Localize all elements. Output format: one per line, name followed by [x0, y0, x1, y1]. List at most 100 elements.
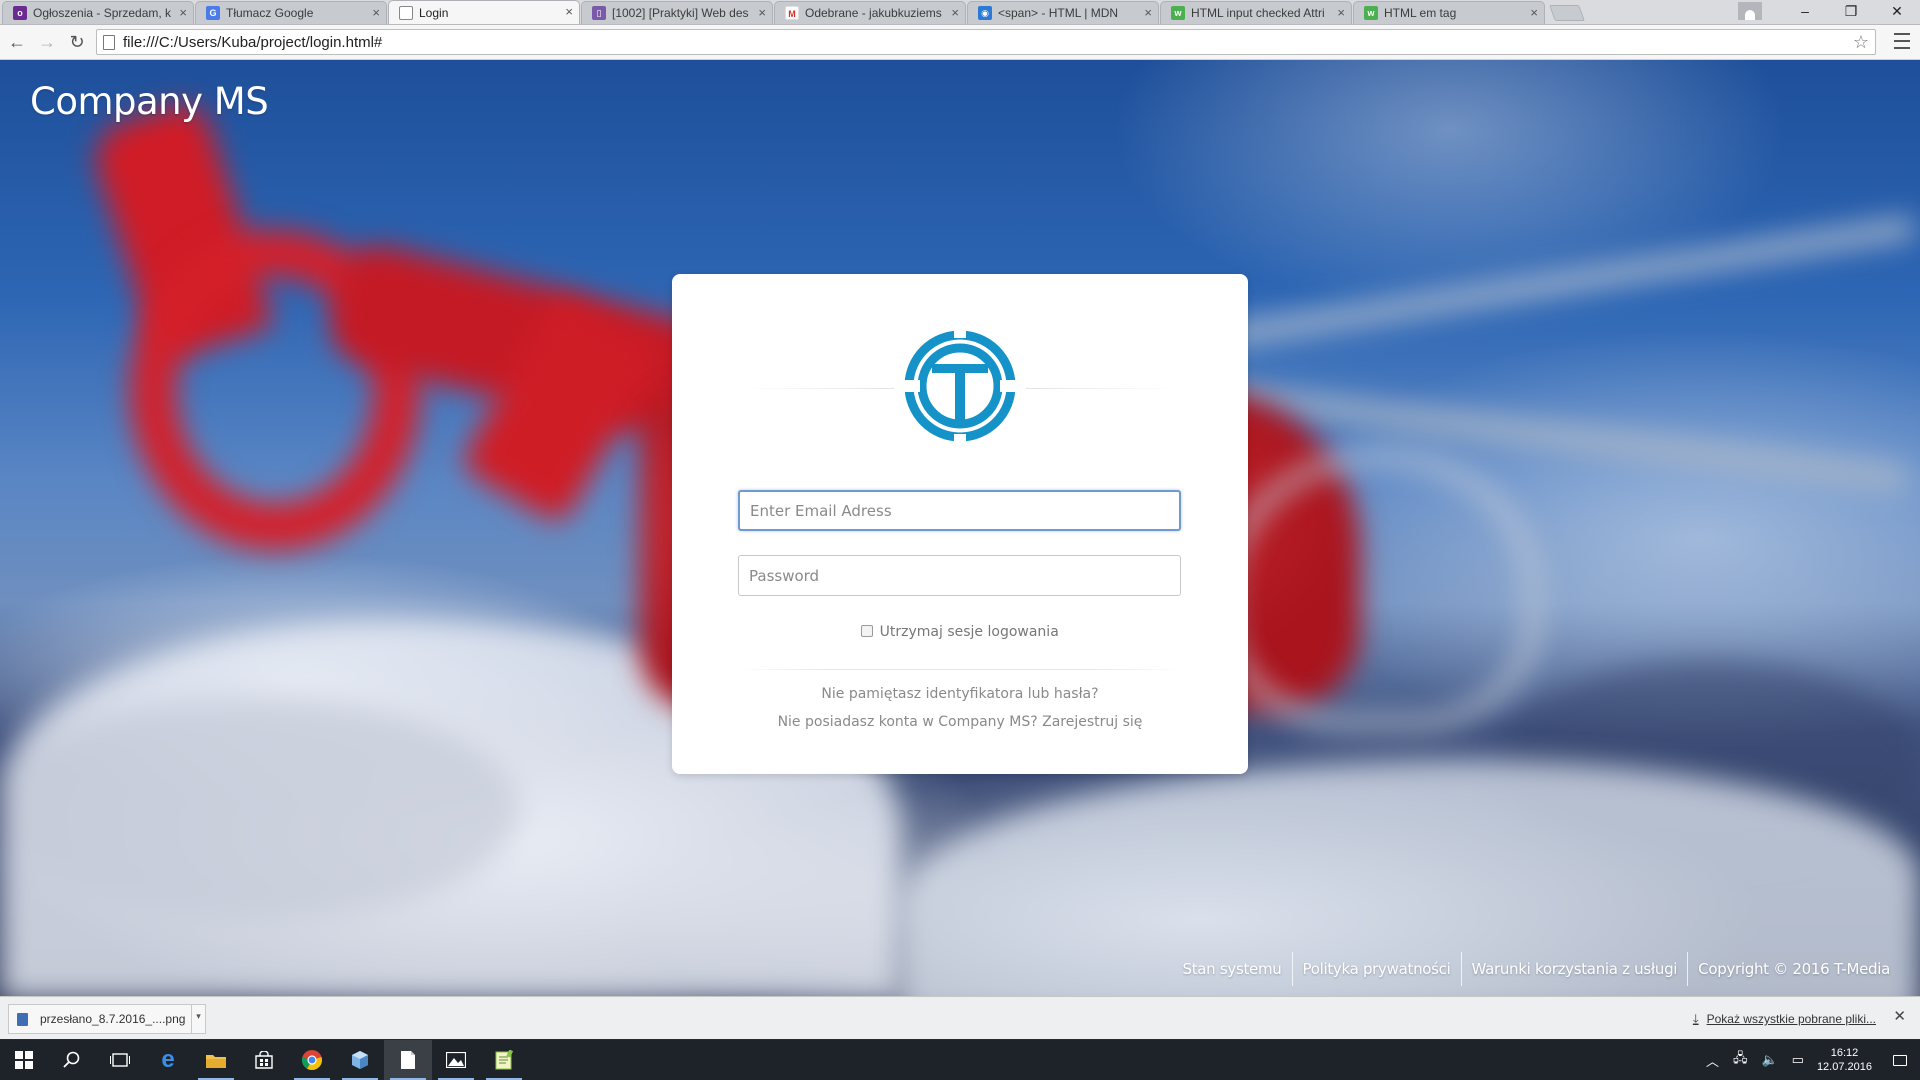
notepad-icon[interactable] [384, 1040, 432, 1080]
forward-arrow-icon[interactable]: → [34, 29, 60, 55]
tab-w3-checked[interactable]: w HTML input checked Attri × [1160, 1, 1352, 24]
tab-list: o Ogłoszenia - Sprzedam, k × G Tłumacz G… [0, 0, 1585, 24]
brand-title[interactable]: Company MS [30, 80, 269, 123]
browser-menu-icon[interactable] [1894, 31, 1910, 51]
chrome-icon[interactable] [288, 1040, 336, 1080]
reload-icon[interactable]: ↻ [64, 29, 90, 55]
footer-copyright: Copyright © 2016 T-Media [1698, 960, 1890, 978]
tab-title: Odebrane - jakubkuziems [805, 6, 942, 20]
browser-tab-strip: o Ogłoszenia - Sprzedam, k × G Tłumacz G… [0, 0, 1920, 25]
email-field[interactable] [738, 490, 1181, 531]
page-icon [103, 34, 115, 50]
background-image [1220, 450, 1540, 730]
download-icon: ⤓ [1692, 1011, 1699, 1026]
show-all-downloads-link[interactable]: ⤓ Pokaż wszystkie pobrane pliki... [1693, 1011, 1876, 1027]
close-icon[interactable]: × [1337, 6, 1345, 20]
store-icon[interactable] [240, 1040, 288, 1080]
tab-title: HTML em tag [1384, 6, 1457, 20]
tab-title: Ogłoszenia - Sprzedam, k [33, 6, 171, 20]
tab-title: <span> - HTML | MDN [998, 6, 1119, 20]
w3schools-icon: w [1364, 6, 1378, 20]
file-explorer-icon[interactable] [192, 1040, 240, 1080]
start-button[interactable] [0, 1040, 48, 1080]
close-icon[interactable]: ✕ [1893, 1007, 1906, 1025]
remember-label[interactable]: Utrzymaj sesje logowania [880, 624, 1059, 640]
close-icon[interactable]: × [758, 6, 766, 20]
clock[interactable]: 16:12 12.07.2016 [1817, 1046, 1872, 1074]
olx-icon: o [13, 6, 27, 20]
company-logo-icon [904, 330, 1016, 442]
footer-links: Stan systemu Polityka prywatności Warunk… [1172, 952, 1900, 986]
restore-button[interactable]: ❐ [1828, 3, 1874, 20]
tab-title: Login [419, 5, 449, 20]
url-text: file:///C:/Users/Kuba/project/login.html… [123, 33, 383, 51]
window-controls: – ❐ ✕ [1738, 0, 1920, 22]
tab-gmail[interactable]: M Odebrane - jakubkuziems × [774, 1, 966, 24]
tab-w3-em[interactable]: w HTML em tag × [1353, 1, 1545, 24]
remember-checkbox[interactable] [861, 625, 874, 637]
mdn-icon: ◉ [978, 6, 992, 20]
chevron-up-icon[interactable]: ︿ [1706, 1051, 1719, 1070]
close-icon[interactable]: × [1530, 6, 1538, 20]
footer-link-terms[interactable]: Warunki korzystania z usługi [1462, 960, 1688, 978]
page-icon [399, 5, 413, 20]
download-shelf: przesłano_8.7.2016_....png ▾ ⤓ Pokaż wsz… [0, 996, 1920, 1039]
close-icon[interactable]: × [1144, 6, 1152, 20]
close-icon[interactable]: × [179, 6, 187, 20]
volume-icon[interactable]: 🔈 [1761, 1052, 1777, 1068]
tab-praktyki[interactable]: ▯ [1002] [Praktyki] Web des × [581, 1, 773, 24]
password-field[interactable] [738, 555, 1181, 596]
download-filename: przesłano_8.7.2016_....png [40, 1012, 186, 1026]
tab-title: Tłumacz Google [226, 6, 314, 20]
download-item[interactable]: przesłano_8.7.2016_....png ▾ [8, 1004, 206, 1034]
tab-mdn[interactable]: ◉ <span> - HTML | MDN × [967, 1, 1159, 24]
close-icon[interactable]: × [951, 6, 959, 20]
chevron-down-icon[interactable]: ▾ [191, 1005, 205, 1033]
windows-logo-icon [15, 1051, 33, 1069]
search-icon[interactable] [48, 1040, 96, 1080]
task-view-icon[interactable] [96, 1040, 144, 1080]
notification-center-icon[interactable] [1880, 1040, 1920, 1080]
register-link[interactable]: Nie posiadasz konta w Company MS? Zareje… [672, 714, 1248, 730]
keyboard-icon[interactable]: ▭ [1792, 1052, 1804, 1068]
system-tray: ︿ 🖧 🔈 ▭ 16:12 12.07.2016 [1699, 1040, 1920, 1080]
page-viewport: Company MS Utrzymaj sesje logowania Nie [0, 60, 1920, 996]
notepad-plus-icon[interactable] [480, 1040, 528, 1080]
logo-row [744, 330, 1176, 446]
photos-icon[interactable] [432, 1040, 480, 1080]
network-icon[interactable]: 🖧 [1733, 1049, 1748, 1071]
edge-browser-icon[interactable]: e [144, 1040, 192, 1080]
tab-olx[interactable]: o Ogłoszenia - Sprzedam, k × [2, 1, 194, 24]
address-bar[interactable]: file:///C:/Users/Kuba/project/login.html… [96, 29, 1876, 55]
image-file-icon [17, 1012, 28, 1026]
browser-toolbar: ← → ↻ file:///C:/Users/Kuba/project/logi… [0, 25, 1920, 60]
tab-google-translate[interactable]: G Tłumacz Google × [195, 1, 387, 24]
back-arrow-icon[interactable]: ← [4, 29, 30, 55]
show-all-label: Pokaż wszystkie pobrane pliki... [1706, 1012, 1876, 1026]
tracker-icon: ▯ [592, 6, 606, 20]
footer-link-status[interactable]: Stan systemu [1172, 960, 1291, 978]
windows-taskbar: e ︿ 🖧 🔈 ▭ 16:12 12.07.2016 [0, 1040, 1920, 1080]
close-window-button[interactable]: ✕ [1874, 3, 1920, 20]
google-translate-icon: G [206, 6, 220, 20]
close-icon[interactable]: × [565, 5, 573, 19]
divider [738, 669, 1181, 670]
tab-title: HTML input checked Attri [1191, 6, 1325, 20]
bookmark-star-icon[interactable]: ☆ [1853, 32, 1869, 53]
minimize-button[interactable]: – [1782, 3, 1828, 19]
remember-session: Utrzymaj sesje logowania [672, 624, 1248, 640]
divider [1026, 388, 1176, 389]
divider [744, 388, 894, 389]
virtualbox-icon[interactable] [336, 1040, 384, 1080]
gmail-icon: M [785, 6, 799, 20]
forgot-password-link[interactable]: Nie pamiętasz identyfikatora lub hasła? [672, 686, 1248, 702]
new-tab-button[interactable] [1549, 5, 1585, 21]
login-card: Utrzymaj sesje logowania Nie pamiętasz i… [672, 274, 1248, 774]
clock-time: 16:12 [1830, 1047, 1859, 1059]
profile-icon[interactable] [1738, 2, 1762, 20]
close-icon[interactable]: × [372, 6, 380, 20]
tab-login[interactable]: Login × [388, 0, 580, 24]
clock-date: 12.07.2016 [1816, 1061, 1872, 1073]
footer-link-privacy[interactable]: Polityka prywatności [1293, 960, 1461, 978]
tab-title: [1002] [Praktyki] Web des [612, 6, 749, 20]
